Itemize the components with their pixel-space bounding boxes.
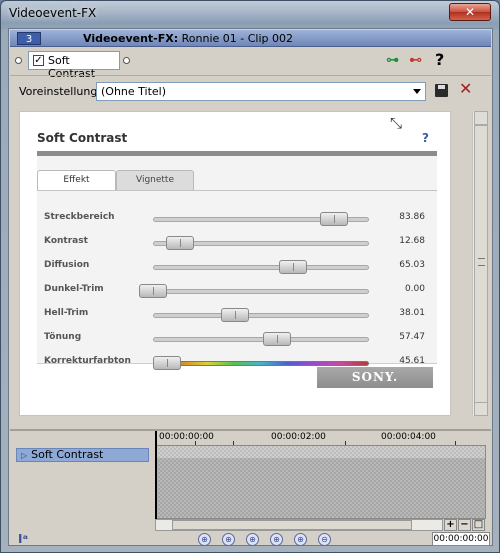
plugin-body: Effekt Vignette Streckbereich 83.86 Kont…: [37, 156, 437, 370]
event-title-rest: Ronnie 01 - Clip 002: [178, 32, 293, 45]
param-row-toenung: Tönung 57.47: [37, 329, 437, 349]
keyframe-timeline[interactable]: [155, 445, 486, 519]
plugin-panel-area: ⤡ Soft Contrast ? Effekt Vignette Streck…: [10, 107, 491, 420]
preset-value: (Ohne Titel): [101, 85, 167, 98]
keyframe-controller: 00:00:00:00 00:00:02:00 00:00:04:00 ▷ Sof…: [10, 429, 491, 546]
sony-logo: SONY.: [317, 367, 433, 388]
param-value: 0.00: [404, 284, 425, 294]
client-area: 3 Videoevent-FX: Ronnie 01 - Clip 002 ✓ …: [8, 28, 493, 546]
param-row-hell-trim: Hell-Trim 38.01: [37, 305, 437, 325]
remove-plugin-icon[interactable]: ⊷: [409, 53, 422, 68]
param-label: Dunkel-Trim: [44, 284, 104, 294]
keyframe-track-label: Soft Contrast: [31, 448, 104, 461]
zoom-fit-button[interactable]: □: [472, 519, 485, 531]
resize-icon[interactable]: ⤡: [390, 114, 402, 132]
slider-thumb[interactable]: [221, 308, 250, 322]
expand-triangle-icon[interactable]: ▷: [21, 451, 27, 460]
scroll-up-button[interactable]: [474, 111, 488, 125]
plugin-chain-icon[interactable]: ⊶: [386, 53, 399, 68]
next-keyframe-icon[interactable]: ⊕: [246, 533, 259, 546]
slider-track[interactable]: [153, 265, 369, 270]
slider-track[interactable]: [153, 337, 369, 342]
fx-enable-checkbox[interactable]: ✓: [33, 55, 44, 66]
hue-slider-track[interactable]: [153, 361, 369, 366]
param-row-kontrast: Kontrast 12.68: [37, 233, 437, 253]
chevron-down-icon: [413, 89, 421, 94]
slider-thumb[interactable]: [279, 260, 308, 274]
fx-window: Videoevent-FX ✕ 3 Videoevent-FX: Ronnie …: [0, 0, 500, 553]
param-label: Kontrast: [44, 236, 88, 246]
playhead-cursor[interactable]: [155, 431, 157, 521]
slider-thumb[interactable]: [139, 284, 167, 298]
window-title: Videoevent-FX: [9, 6, 97, 20]
keyframe-track-soft-contrast[interactable]: ▷ Soft Contrast: [16, 448, 149, 462]
title-bar[interactable]: Videoevent-FX ✕: [1, 1, 499, 27]
help-icon[interactable]: ?: [435, 50, 444, 69]
horizontal-scrollbar[interactable]: [155, 519, 443, 531]
scrollbar-thumb[interactable]: [172, 520, 412, 530]
param-row-diffusion: Diffusion 65.03: [37, 257, 437, 277]
chain-start-dot: [15, 57, 22, 64]
preset-row: Voreinstellung: (Ohne Titel) ✕: [10, 75, 491, 105]
param-label: Tönung: [44, 332, 82, 342]
plugin-title: Soft Contrast: [37, 131, 128, 145]
keyframe-track-list: ▷ Soft Contrast: [13, 445, 153, 527]
tab-divider: [37, 190, 437, 191]
param-label: Diffusion: [44, 260, 90, 270]
scrollbar-thumb[interactable]: [474, 125, 488, 403]
ruler-time: 00:00:04:00: [381, 432, 436, 442]
close-button[interactable]: ✕: [449, 3, 491, 21]
tab-vignette[interactable]: Vignette: [116, 170, 194, 190]
tab-effekt[interactable]: Effekt: [37, 170, 116, 190]
param-label: Korrekturfarbton: [44, 356, 131, 366]
slider-track[interactable]: [153, 313, 369, 318]
event-title: Videoevent-FX: Ronnie 01 - Clip 002: [83, 32, 293, 45]
event-title-bold: Videoevent-FX:: [83, 32, 179, 45]
param-value: 83.86: [399, 212, 425, 222]
ruler-time: 00:00:00:00: [159, 432, 214, 442]
param-value: 12.68: [399, 236, 425, 246]
param-row-dunkel-trim: Dunkel-Trim 0.00: [37, 281, 437, 301]
zoom-in-button[interactable]: +: [444, 519, 457, 531]
last-keyframe-icon[interactable]: ⊕: [270, 533, 283, 546]
scroll-down-button[interactable]: [474, 402, 488, 416]
chain-end-dot: [123, 57, 130, 64]
delete-preset-icon[interactable]: ✕: [459, 79, 472, 98]
grip-icon: [478, 258, 485, 266]
zoom-out-button[interactable]: −: [458, 519, 471, 531]
param-row-streckbereich: Streckbereich 83.86: [37, 209, 437, 229]
plugin-panel: ⤡ Soft Contrast ? Effekt Vignette Streck…: [19, 111, 451, 416]
track-number-badge: 3: [17, 32, 41, 45]
param-value: 57.47: [399, 332, 425, 342]
slider-track[interactable]: [153, 289, 369, 294]
ruler-time: 00:00:02:00: [271, 432, 326, 442]
first-keyframe-icon[interactable]: ⊕: [198, 533, 211, 546]
event-header: 3 Videoevent-FX: Ronnie 01 - Clip 002: [10, 30, 491, 47]
preset-label: Voreinstellung:: [19, 85, 102, 98]
slider-thumb[interactable]: [166, 236, 195, 250]
delete-keyframe-icon[interactable]: ⊖: [318, 533, 331, 546]
keyframe-toolbar: Iᵃ ⊕ ⊕ ⊕ ⊕ ⊕ ⊖ 00:00:00:00: [10, 532, 491, 546]
param-value: 65.03: [399, 260, 425, 270]
animate-icon[interactable]: Iᵃ: [18, 532, 28, 546]
chain-fx-soft-contrast[interactable]: ✓ Soft Contrast: [28, 51, 120, 80]
save-preset-icon[interactable]: [435, 84, 448, 97]
add-keyframe-icon[interactable]: ⊕: [294, 533, 307, 546]
plugin-help-icon[interactable]: ?: [422, 131, 429, 145]
prev-keyframe-icon[interactable]: ⊕: [222, 533, 235, 546]
param-label: Streckbereich: [44, 212, 115, 222]
param-value: 38.01: [399, 308, 425, 318]
keyframe-lane: [156, 446, 485, 458]
preset-dropdown[interactable]: (Ohne Titel): [96, 82, 426, 101]
vertical-scrollbar[interactable]: [472, 111, 488, 416]
time-ruler[interactable]: 00:00:00:00 00:00:02:00 00:00:04:00: [155, 432, 486, 445]
slider-thumb[interactable]: [320, 212, 349, 226]
slider-thumb[interactable]: [263, 332, 292, 346]
time-display[interactable]: 00:00:00:00: [432, 532, 490, 546]
plugin-chain: ✓ Soft Contrast ⊶ ⊷ ?: [10, 48, 491, 80]
slider-thumb[interactable]: [153, 356, 181, 370]
param-label: Hell-Trim: [44, 308, 89, 318]
param-value: 45.61: [399, 356, 425, 366]
